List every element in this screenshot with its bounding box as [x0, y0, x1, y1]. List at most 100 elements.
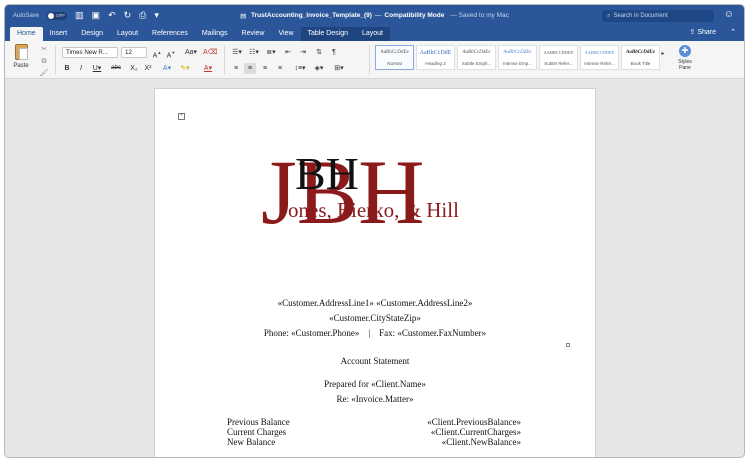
- logo-bh-letters: BH: [295, 148, 359, 199]
- borders-icon[interactable]: ⊞▾: [330, 63, 348, 74]
- document-name: TrustAccounting_Invoice_Template_(9): [251, 12, 372, 19]
- balance-label: New Balance: [227, 437, 276, 447]
- compatibility-mode: Compatibility Mode: [384, 12, 445, 19]
- style-subtle-emphasis[interactable]: AaBbCcDdEe Subtle Emph...: [457, 45, 496, 70]
- tab-mailings[interactable]: Mailings: [195, 27, 235, 41]
- text-effects-icon[interactable]: A▾: [160, 63, 174, 74]
- cut-icon[interactable]: ✂: [38, 44, 50, 56]
- copy-icon[interactable]: ⧉: [38, 56, 50, 68]
- highlight-icon[interactable]: ✎▾: [178, 63, 192, 74]
- line-spacing-icon[interactable]: ↕≡▾: [292, 63, 308, 74]
- tab-review[interactable]: Review: [235, 27, 272, 41]
- style-sample: AaBbCcDdE: [419, 50, 452, 56]
- feedback-smiley-icon[interactable]: ☺: [724, 9, 734, 20]
- strikethrough-button[interactable]: abc: [108, 63, 124, 74]
- style-sample: AaBbCcDdEe: [462, 50, 491, 55]
- sidebar-icon[interactable]: ▥: [75, 11, 84, 20]
- style-intense-emphasis[interactable]: AaBbCcDdEe Intense Emp...: [498, 45, 537, 70]
- collapse-ribbon-icon[interactable]: ⌃: [730, 28, 736, 36]
- bullets-icon[interactable]: ☰▾: [230, 47, 244, 58]
- document-canvas[interactable]: + JBH BH ones, Bierko, & Hill «Customer.…: [5, 80, 744, 457]
- document-page[interactable]: + JBH BH ones, Bierko, & Hill «Customer.…: [154, 88, 596, 457]
- search-box[interactable]: ⌕ Search in Document: [602, 10, 714, 22]
- balance-label: Previous Balance: [227, 417, 290, 427]
- style-name: Book Title: [630, 61, 651, 66]
- logo-firm-name: ones, Bierko, & Hill: [288, 198, 459, 222]
- divider: [55, 45, 56, 75]
- align-left-icon[interactable]: ≡: [230, 63, 242, 74]
- justify-icon[interactable]: ≡: [274, 63, 286, 74]
- shading-icon[interactable]: ◈▾: [312, 63, 326, 74]
- tab-insert[interactable]: Insert: [43, 27, 75, 41]
- tab-home[interactable]: Home: [10, 27, 43, 41]
- font-size-select[interactable]: 12: [121, 47, 147, 58]
- align-center-icon[interactable]: ≡: [244, 63, 256, 74]
- tab-view[interactable]: View: [271, 27, 300, 41]
- style-heading-2[interactable]: AaBbCcDdE Heading 2: [416, 45, 455, 70]
- clear-formatting-icon[interactable]: A⌫: [203, 47, 218, 58]
- style-name: Subtle Emph...: [461, 61, 492, 66]
- style-sample: AABBCCDDEE: [543, 50, 574, 55]
- autosave-toggle[interactable]: OFF: [47, 11, 68, 20]
- matter-line: Re: «Invoice.Matter»: [336, 394, 414, 404]
- tab-references[interactable]: References: [145, 27, 195, 41]
- paste-button[interactable]: Paste: [10, 44, 32, 69]
- clipboard-tools: ✂ ⧉ 🖌: [38, 44, 50, 80]
- share-icon: ⇪: [689, 29, 696, 36]
- decrease-indent-icon[interactable]: ⇤: [282, 47, 294, 58]
- table-move-handle-icon[interactable]: +: [178, 113, 185, 120]
- redo-icon[interactable]: ↻: [124, 11, 132, 20]
- customer-phone-fax: Phone: «Customer.Phone» | Fax: «Customer…: [263, 328, 487, 338]
- italic-button[interactable]: I: [76, 63, 86, 74]
- resize-handle[interactable]: [566, 343, 570, 347]
- styles-pane-label-2: Pane: [679, 65, 691, 71]
- save-icon[interactable]: ▣: [92, 11, 101, 20]
- style-name: Subtle Refer...: [544, 61, 573, 66]
- align-right-icon[interactable]: ≡: [259, 63, 271, 74]
- multilevel-list-icon[interactable]: ≣▾: [264, 47, 278, 58]
- bold-button[interactable]: B: [62, 63, 72, 74]
- styles-gallery: AaBbCcDdEe Normal AaBbCcDdE Heading 2 Aa…: [375, 45, 660, 70]
- tab-table-layout[interactable]: Layout: [354, 27, 391, 41]
- grow-font-button[interactable]: A▲: [151, 47, 163, 59]
- numbering-icon[interactable]: ☷▾: [247, 47, 261, 58]
- customer-city: «Customer.CityStateZip»: [329, 313, 421, 323]
- style-normal[interactable]: AaBbCcDdEe Normal: [375, 45, 414, 70]
- style-name: Heading 2: [425, 61, 446, 66]
- subscript-button[interactable]: X₂: [128, 63, 140, 74]
- styles-pane-button[interactable]: ✚ Styles Pane: [674, 45, 696, 71]
- undo-icon[interactable]: ↶: [108, 11, 116, 20]
- tab-layout[interactable]: Layout: [110, 27, 145, 41]
- style-book-title[interactable]: AaBbCcDdEe Book Title: [621, 45, 660, 70]
- balance-value: «Client.CurrentCharges»: [430, 427, 521, 437]
- format-painter-icon[interactable]: 🖌: [38, 68, 50, 80]
- balance-row: Current Charges «Client.CurrentCharges»: [227, 427, 521, 437]
- share-button[interactable]: ⇪ Share: [689, 28, 716, 36]
- sort-icon[interactable]: ⇅: [313, 47, 325, 58]
- style-subtle-reference[interactable]: AABBCCDDEE Subtle Refer...: [539, 45, 578, 70]
- ribbon-tabs: Home Insert Design Layout References Mai…: [5, 26, 744, 41]
- font-color-icon[interactable]: A▾: [200, 63, 216, 74]
- font-name-select[interactable]: Times New R...: [62, 47, 118, 58]
- show-formatting-icon[interactable]: ¶: [328, 47, 340, 58]
- shrink-font-button[interactable]: A▼: [165, 47, 177, 59]
- style-sample: AaBbCcDdEe: [503, 50, 532, 55]
- tab-table-design[interactable]: Table Design: [300, 27, 355, 41]
- word-window: AutoSave OFF ▥ ▣ ↶ ↻ ⎙ ▾ ▤ TrustAccounti…: [4, 4, 745, 458]
- font-size-value: 12: [125, 49, 132, 56]
- style-sample: AABBCCDDEE: [584, 50, 615, 55]
- superscript-button[interactable]: X²: [142, 63, 154, 74]
- print-icon[interactable]: ⎙: [139, 11, 146, 20]
- change-case-button[interactable]: Aa▾: [183, 47, 199, 58]
- tab-design[interactable]: Design: [74, 27, 110, 41]
- autosave-state: OFF: [56, 12, 66, 18]
- styles-gallery-expand-icon[interactable]: ▸: [659, 49, 667, 60]
- increase-indent-icon[interactable]: ⇥: [297, 47, 309, 58]
- underline-button[interactable]: U▾: [90, 63, 104, 74]
- customer-address: «Customer.AddressLine1» «Customer.Addres…: [277, 298, 473, 308]
- styles-pane-icon: ✚: [679, 45, 691, 57]
- title-bar: AutoSave OFF ▥ ▣ ↶ ↻ ⎙ ▾ ▤ TrustAccounti…: [5, 5, 744, 26]
- customize-toolbar-icon[interactable]: ▾: [154, 11, 159, 20]
- title-separator: —: [374, 12, 382, 19]
- style-intense-reference[interactable]: AABBCCDDEE Intense Refer...: [580, 45, 619, 70]
